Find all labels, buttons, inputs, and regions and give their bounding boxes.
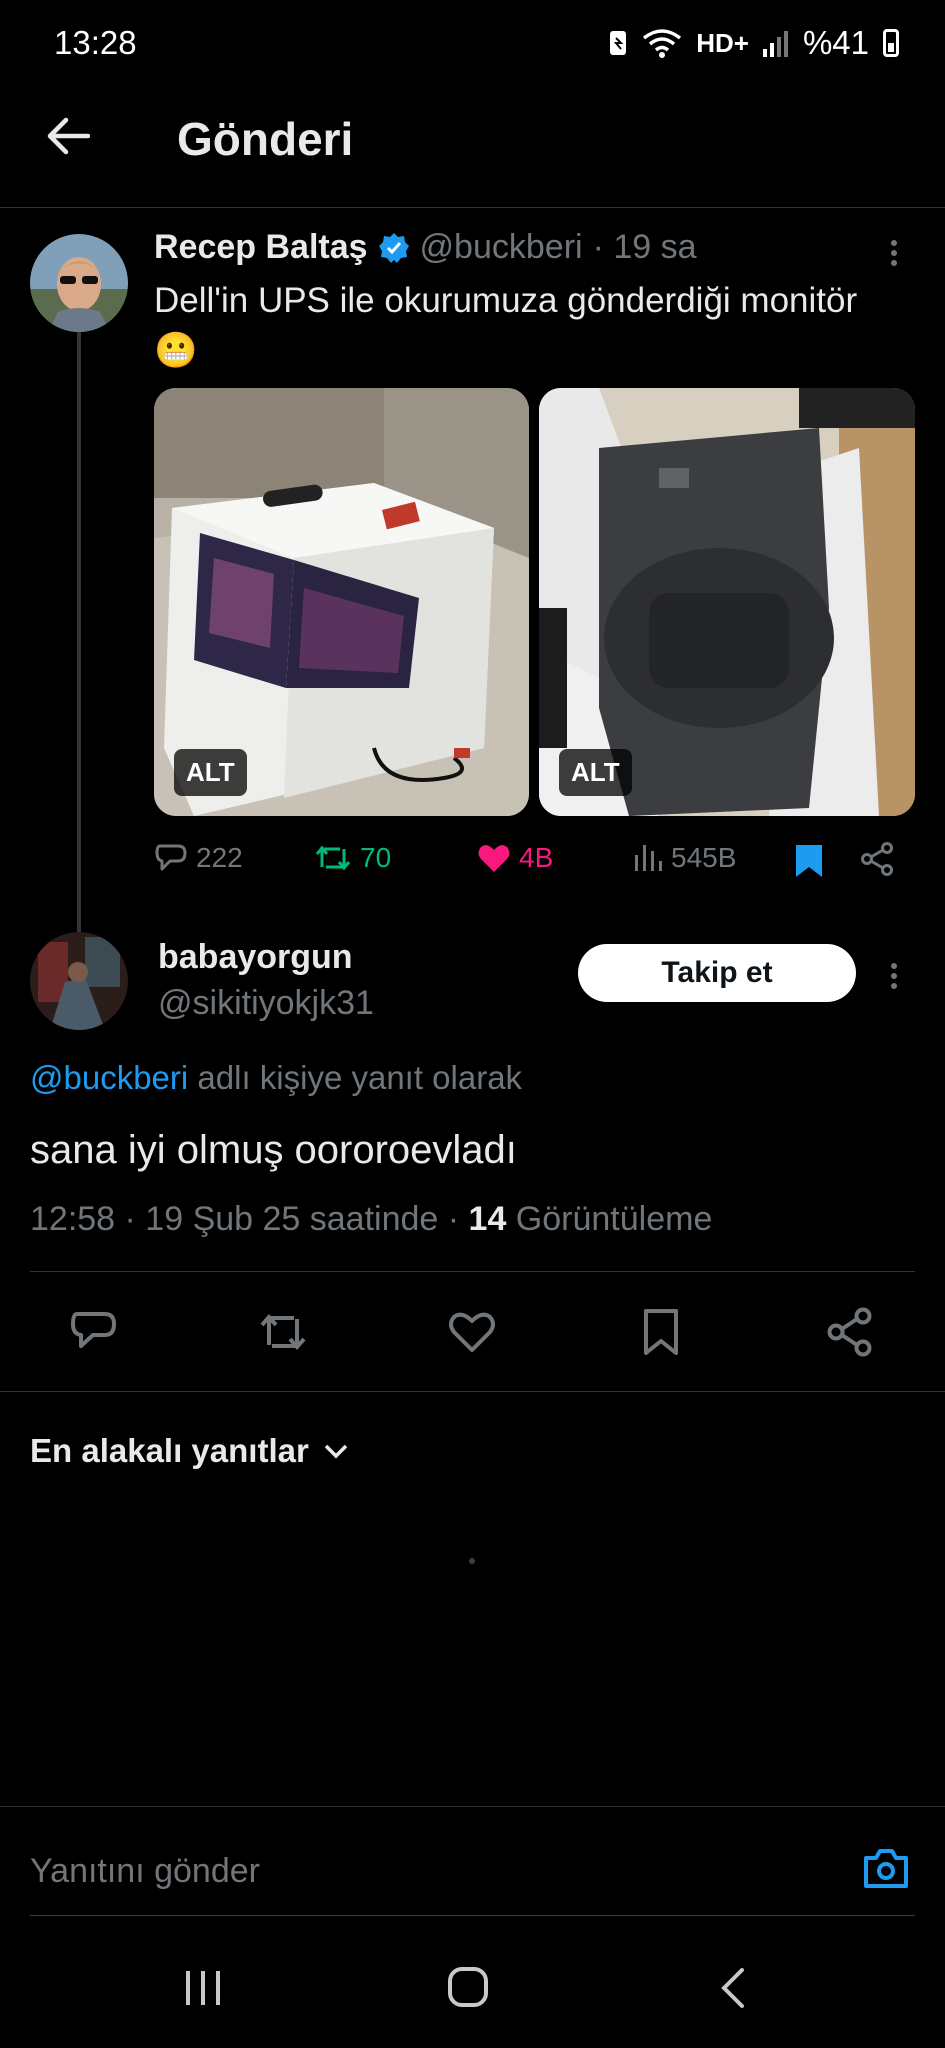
- thread-line: [77, 332, 81, 932]
- status-time: 13:28: [54, 24, 137, 61]
- reply-meta: 12:58 · 19 Şub 25 saatinde · 14 Görüntül…: [30, 1200, 712, 1239]
- author-handle[interactable]: @buckberi: [420, 228, 583, 267]
- chevron-down-icon: [324, 1444, 348, 1459]
- post-time: · 19 sa: [592, 228, 697, 266]
- post-emoji: 😬: [154, 331, 198, 370]
- camera-icon[interactable]: [862, 1846, 910, 1890]
- reply-author-avatar[interactable]: [30, 932, 128, 1030]
- views-count: 545B: [671, 842, 737, 873]
- reply-to-mention[interactable]: @buckberi: [30, 1059, 188, 1096]
- recents-icon[interactable]: [182, 1968, 224, 2008]
- battery-percent: %41: [802, 24, 869, 61]
- post-image-2[interactable]: ALT: [539, 388, 915, 816]
- like-icon[interactable]: [445, 1305, 499, 1359]
- reply-author-handle[interactable]: @sikitiyokjk31: [158, 984, 374, 1023]
- home-icon[interactable]: [446, 1965, 490, 2009]
- more-icon[interactable]: [891, 236, 899, 270]
- loading-indicator: [469, 1558, 475, 1564]
- reply-more-icon[interactable]: [891, 959, 899, 993]
- reply-text: sana iyi olmuş oororoevladı: [30, 1128, 517, 1172]
- composer-bottom-divider: [30, 1915, 915, 1916]
- repost-action[interactable]: 70: [314, 842, 391, 874]
- alt-badge[interactable]: ALT: [559, 749, 632, 796]
- follow-button[interactable]: Takip et: [578, 944, 856, 1002]
- reply-icon[interactable]: [67, 1305, 121, 1359]
- share-icon[interactable]: [823, 1305, 877, 1359]
- reply-timestamp: 12:58 · 19 Şub 25 saatinde ·: [30, 1200, 469, 1238]
- like-count: 4B: [519, 842, 554, 873]
- reply-action[interactable]: 222: [154, 842, 243, 874]
- wifi-icon: [643, 29, 682, 58]
- reply-input-placeholder: Yanıtını gönder: [30, 1852, 260, 1890]
- reply-to-suffix: adlı kişiye yanıt olarak: [188, 1059, 523, 1096]
- repost-icon[interactable]: [256, 1305, 310, 1359]
- like-action[interactable]: 4B: [477, 842, 553, 874]
- sort-label: En alakalı yanıtlar: [30, 1432, 309, 1469]
- back-arrow-icon[interactable]: [46, 114, 90, 158]
- views-icon: [635, 845, 662, 871]
- author-avatar[interactable]: [30, 234, 128, 332]
- header-divider: [0, 207, 945, 208]
- like-icon: [478, 845, 510, 872]
- post-text-body: Dell'in UPS ile okurumuza gönderdiği mon…: [154, 281, 858, 320]
- signal-icon: [762, 31, 788, 57]
- composer-top-divider: [0, 1806, 945, 1807]
- battery-saver-icon: [610, 31, 627, 55]
- reply-author-name[interactable]: babayorgun: [158, 938, 353, 977]
- post-image-1[interactable]: ALT: [154, 388, 529, 816]
- battery-icon: [883, 29, 899, 57]
- meta-divider: [30, 1271, 915, 1272]
- post-header: Recep Baltaş @buckberi · 19 sa: [154, 228, 697, 267]
- reply-input[interactable]: Yanıtını gönder: [30, 1852, 260, 1891]
- network-label: HD+: [696, 27, 749, 58]
- repost-icon: [315, 845, 351, 871]
- alt-badge[interactable]: ALT: [174, 749, 247, 796]
- bookmark-icon[interactable]: [634, 1305, 688, 1359]
- back-icon[interactable]: [718, 1966, 748, 2010]
- reply-views-count[interactable]: 14: [469, 1200, 507, 1238]
- verified-icon: [378, 232, 409, 263]
- reply-count: 222: [196, 842, 243, 873]
- reply-views-label: Görüntüleme: [506, 1200, 713, 1238]
- views-action[interactable]: 545B: [633, 842, 736, 874]
- reply-icon: [155, 844, 187, 871]
- status-icons: HD+ %41: [608, 24, 899, 62]
- sort-selector[interactable]: En alakalı yanıtlar: [30, 1432, 349, 1470]
- post-text: Dell'in UPS ile okurumuza gönderdiği mon…: [154, 276, 914, 376]
- reply-to-line: @buckberi adlı kişiye yanıt olarak: [30, 1059, 522, 1097]
- share-icon[interactable]: [860, 842, 894, 876]
- actions-divider: [0, 1391, 945, 1392]
- repost-count: 70: [360, 842, 392, 873]
- author-name[interactable]: Recep Baltaş: [154, 228, 368, 267]
- bookmark-icon[interactable]: [794, 843, 824, 879]
- page-title: Gönderi: [177, 113, 354, 165]
